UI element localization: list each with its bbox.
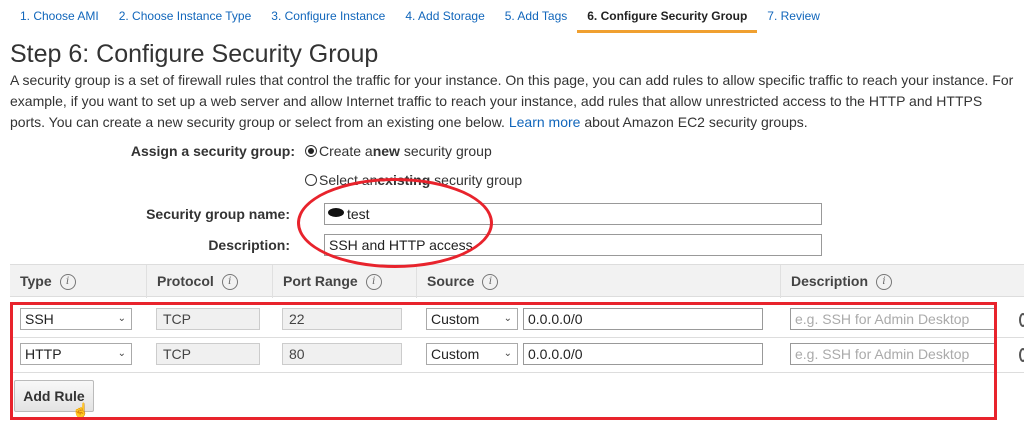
- option-new-pre: Create a: [319, 143, 373, 159]
- rule-source-select[interactable]: Custom ⌄: [426, 343, 518, 365]
- tab-add-storage[interactable]: 4. Add Storage: [395, 0, 494, 33]
- rule-description-input[interactable]: e.g. SSH for Admin Desktop: [790, 343, 996, 365]
- tab-choose-ami[interactable]: 1. Choose AMI: [10, 0, 109, 33]
- rules-table-header: Type i Protocol i Port Range i Source i Desc…: [10, 264, 1024, 298]
- remove-rule-icon[interactable]: [1019, 313, 1024, 327]
- security-group-name-label: Security group name:: [146, 206, 290, 222]
- redaction-mark: [328, 208, 344, 217]
- rule-cidr-input[interactable]: 0.0.0.0/0: [523, 308, 763, 330]
- chevron-down-icon: ⌄: [117, 348, 126, 359]
- tab-configure-security-group[interactable]: 6. Configure Security Group: [577, 0, 758, 33]
- option-new-post: security group: [399, 143, 492, 159]
- rule-type-select[interactable]: SSH ⌄: [20, 308, 132, 330]
- rule-protocol: TCP: [156, 308, 260, 330]
- info-icon[interactable]: i: [482, 273, 499, 290]
- description-input[interactable]: SSH and HTTP access: [324, 234, 822, 256]
- column-header-protocol: Protocol i: [146, 265, 272, 298]
- radio-create-new[interactable]: Create a new security group: [305, 143, 492, 159]
- page-description: A security group is a set of firewall ru…: [10, 70, 1020, 133]
- option-existing-post: security group: [430, 172, 523, 188]
- radio-select-existing[interactable]: Select an existing security group: [305, 172, 522, 188]
- remove-rule-icon[interactable]: [1019, 348, 1024, 362]
- tab-choose-instance-type[interactable]: 2. Choose Instance Type: [109, 0, 262, 33]
- hand-cursor-icon: ☝: [72, 402, 90, 418]
- column-header-source: Source i: [416, 265, 780, 298]
- rule-type-select[interactable]: HTTP ⌄: [20, 343, 132, 365]
- tab-add-tags[interactable]: 5. Add Tags: [495, 0, 578, 33]
- info-icon[interactable]: i: [876, 273, 893, 290]
- learn-more-link[interactable]: Learn more: [509, 114, 581, 130]
- radio-unchecked-icon[interactable]: [305, 174, 317, 186]
- rule-protocol: TCP: [156, 343, 260, 365]
- tab-review[interactable]: 7. Review: [757, 0, 830, 33]
- option-new-bold: new: [372, 143, 400, 159]
- info-icon[interactable]: i: [365, 273, 382, 290]
- chevron-down-icon: ⌄: [503, 313, 512, 324]
- rule-source-select[interactable]: Custom ⌄: [426, 308, 518, 330]
- security-group-name-input[interactable]: test: [324, 203, 822, 225]
- rule-cidr-input[interactable]: 0.0.0.0/0: [523, 343, 763, 365]
- rule-port-range: 22: [282, 308, 402, 330]
- column-header-port-range: Port Range i: [272, 265, 416, 298]
- info-icon[interactable]: i: [221, 273, 238, 290]
- page-title: Step 6: Configure Security Group: [10, 40, 379, 68]
- column-header-description: Description i: [780, 265, 1024, 298]
- tab-configure-instance[interactable]: 3. Configure Instance: [261, 0, 395, 33]
- description-label: Description:: [208, 237, 290, 253]
- assign-security-group-label: Assign a security group:: [130, 143, 295, 159]
- row-divider: [10, 372, 1024, 373]
- option-existing-pre: Select an: [319, 172, 378, 188]
- option-existing-bold: existing: [377, 172, 431, 188]
- rule-description-input[interactable]: e.g. SSH for Admin Desktop: [790, 308, 996, 330]
- rule-port-range: 80: [282, 343, 402, 365]
- chevron-down-icon: ⌄: [117, 313, 126, 324]
- radio-checked-icon[interactable]: [305, 145, 317, 157]
- chevron-down-icon: ⌄: [503, 348, 512, 359]
- info-icon[interactable]: i: [59, 273, 76, 290]
- description-tail: about Amazon EC2 security groups.: [584, 114, 808, 130]
- wizard-tabs: 1. Choose AMI 2. Choose Instance Type 3.…: [0, 0, 1024, 33]
- column-header-type: Type i: [10, 265, 146, 298]
- row-divider: [10, 337, 1024, 338]
